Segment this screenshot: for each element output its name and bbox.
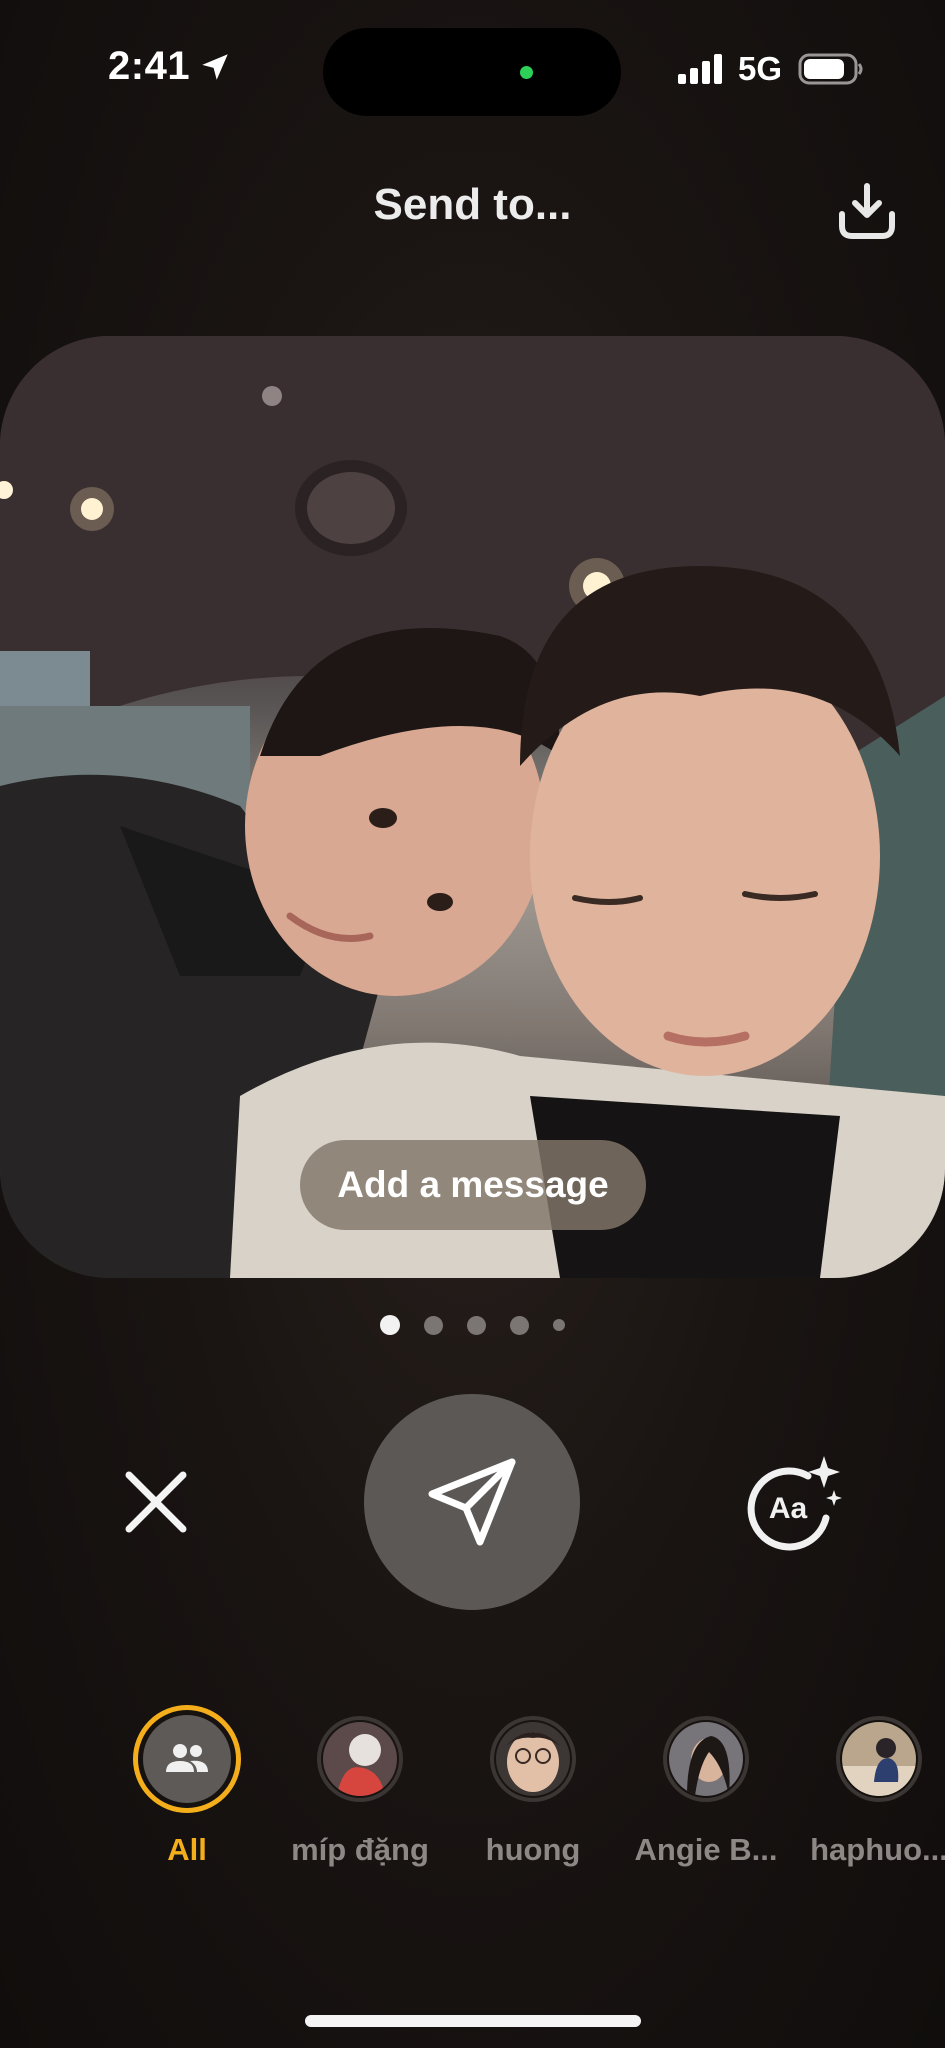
captured-photo: [0, 336, 945, 1278]
recipient-name: haphuo...: [810, 1832, 945, 1867]
send-button[interactable]: [364, 1394, 580, 1610]
page-dot: [510, 1315, 529, 1335]
download-icon: [839, 183, 895, 239]
avatar: [669, 1722, 743, 1796]
recipient-name: All: [167, 1832, 207, 1867]
recipient-name: míp đặng: [291, 1832, 429, 1867]
battery-icon: [798, 53, 863, 85]
home-indicator[interactable]: [305, 2015, 641, 2027]
text-style-glyph: Aa: [769, 1492, 808, 1525]
recipient-item[interactable]: míp đặng: [270, 1700, 450, 1880]
group-icon: [166, 1744, 208, 1772]
avatar: [842, 1722, 916, 1796]
photo-image: [0, 336, 945, 1278]
page-title: Send to...: [373, 180, 572, 229]
text-style-sparkle-icon: Aa: [747, 1456, 842, 1551]
paper-plane-icon: [428, 1458, 516, 1546]
avatar: [323, 1722, 397, 1796]
page-dot: [553, 1319, 565, 1331]
recipient-item[interactable]: haphuo...: [789, 1700, 945, 1880]
avatar: [496, 1722, 570, 1796]
signal-bars-icon: [678, 54, 722, 84]
text-style-button[interactable]: Aa: [734, 1448, 846, 1560]
recipient-all[interactable]: All: [97, 1700, 277, 1880]
page-dot-active: [380, 1315, 400, 1335]
network-type: 5G: [738, 50, 783, 87]
close-button[interactable]: [114, 1460, 198, 1544]
recipient-item[interactable]: Angie B...: [616, 1700, 796, 1880]
page-dot: [424, 1315, 443, 1335]
dynamic-island: [323, 28, 621, 116]
status-bar: 2:41 5G: [0, 0, 945, 140]
page-dot: [467, 1315, 486, 1335]
send-to-screen: 2:41 5G Send to... Add a message Aa All …: [0, 0, 945, 2048]
close-icon: [125, 1471, 187, 1533]
avatar-ring: [663, 1716, 749, 1802]
location-arrow-icon: [202, 54, 228, 80]
download-button[interactable]: [832, 176, 902, 246]
avatar: [143, 1715, 231, 1803]
selection-ring: [133, 1705, 241, 1813]
avatar-ring: [490, 1716, 576, 1802]
page-indicator: [0, 1314, 945, 1336]
status-time: 2:41: [108, 44, 191, 88]
camera-indicator-dot: [520, 66, 533, 79]
recipient-name: huong: [485, 1832, 581, 1867]
avatar-ring: [317, 1716, 403, 1802]
recipient-list: All míp đặng huong Angie B... haphuo...: [0, 1700, 945, 1880]
avatar-ring: [836, 1716, 922, 1802]
recipient-name: Angie B...: [634, 1832, 778, 1867]
recipient-item[interactable]: huong: [443, 1700, 623, 1880]
add-message-button[interactable]: Add a message: [300, 1140, 646, 1230]
